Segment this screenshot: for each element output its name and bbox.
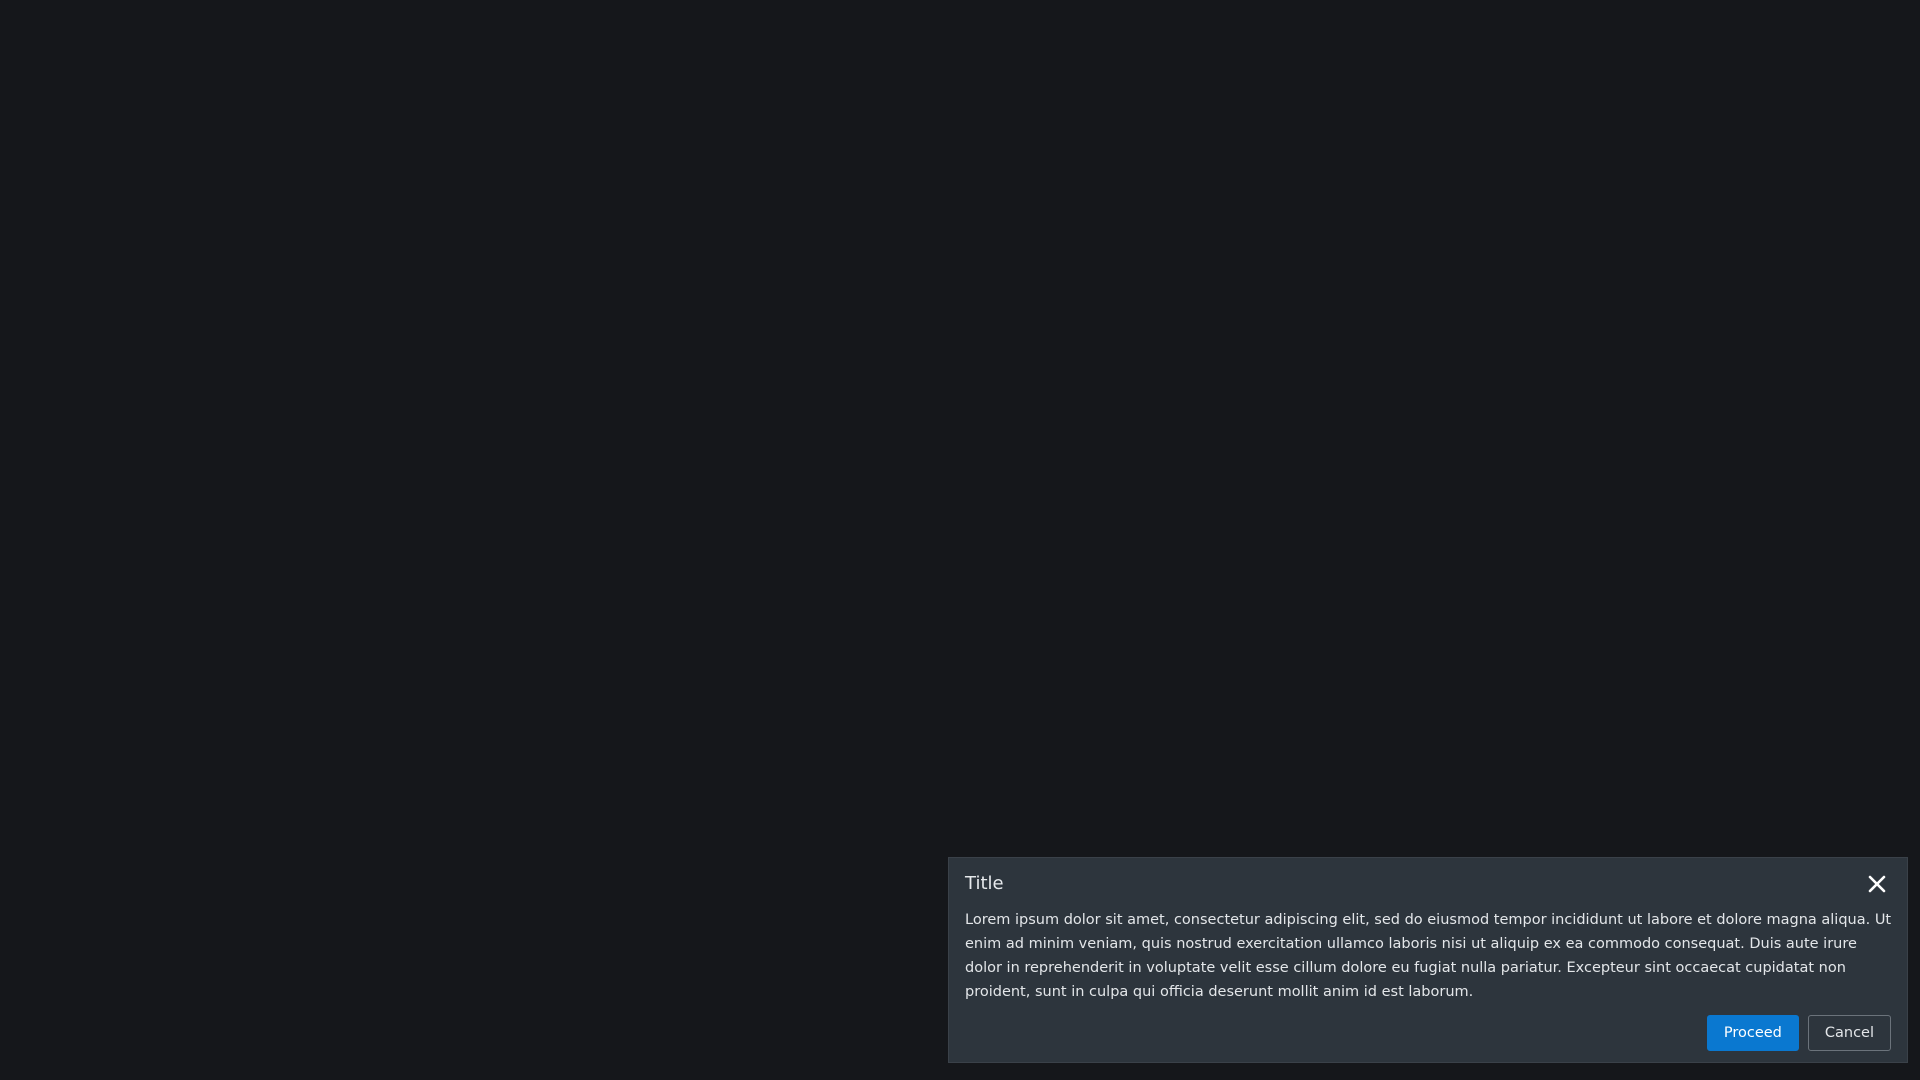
close-button[interactable] bbox=[1863, 870, 1891, 898]
dialog-actions: Proceed Cancel bbox=[1706, 1015, 1891, 1051]
proceed-button[interactable]: Proceed bbox=[1706, 1015, 1799, 1051]
dialog-title: Title bbox=[965, 873, 1004, 894]
cancel-button[interactable]: Cancel bbox=[1807, 1015, 1891, 1051]
dialog-body: Lorem ipsum dolor sit amet, consectetur … bbox=[965, 912, 1892, 1000]
dialog: Title Lorem ipsum dolor sit amet, consec… bbox=[948, 857, 1908, 1063]
close-icon bbox=[1868, 875, 1886, 893]
